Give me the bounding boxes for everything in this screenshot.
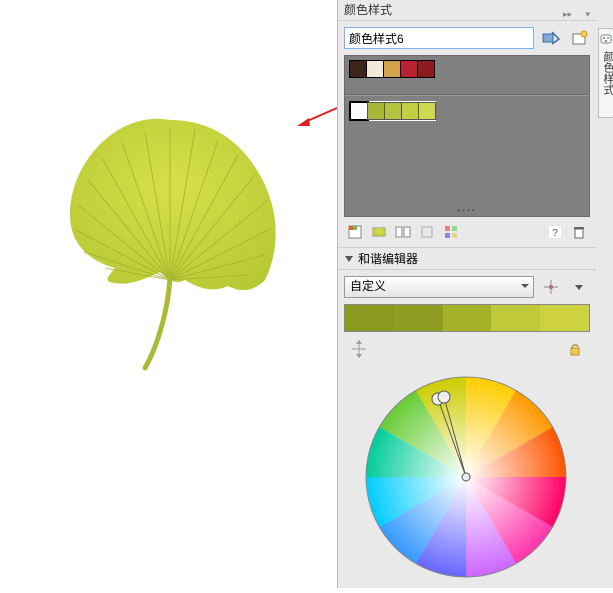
merge-button[interactable] (416, 221, 438, 243)
style-name-row (338, 21, 596, 55)
lock-button[interactable] (564, 338, 586, 360)
color-styles-panel: 颜色样式 ▸▸ ▾ •••• (337, 0, 597, 588)
new-gradient-button[interactable] (368, 221, 390, 243)
harmony-color-strip[interactable] (344, 304, 590, 332)
harmony-color[interactable] (491, 305, 540, 331)
harmony-options-button[interactable] (568, 276, 590, 298)
harmony-title: 和谐编辑器 (358, 250, 418, 267)
harmony-color[interactable] (345, 305, 394, 331)
panel-header: 颜色样式 ▸▸ ▾ (338, 0, 596, 21)
svg-text:?: ? (552, 228, 558, 239)
swatch-item[interactable] (401, 102, 419, 120)
new-style-button[interactable] (568, 27, 590, 49)
palette-icon (600, 32, 612, 46)
swatch-item[interactable] (418, 102, 436, 120)
chevron-down-icon (344, 254, 354, 264)
swatch-group-2 (349, 101, 436, 121)
harmony-type-select[interactable]: 自定义 (344, 276, 534, 298)
swatch-toolbar: ? (338, 217, 596, 247)
harmony-type-row: 自定义 (338, 270, 596, 304)
swatch-item[interactable] (417, 60, 435, 78)
new-color-style-button[interactable] (344, 221, 366, 243)
harmony-color[interactable] (540, 305, 589, 331)
panel-menu-icon[interactable]: ▾ (585, 4, 590, 24)
swatch-item-selected[interactable] (350, 102, 368, 120)
docker-tab-label: 颜色样式 (600, 51, 613, 95)
sort-button[interactable] (440, 221, 462, 243)
swatch-item[interactable] (383, 60, 401, 78)
annotation-arrow (295, 104, 339, 128)
swatch-list[interactable]: •••• (344, 55, 590, 217)
panel-title: 颜色样式 (344, 3, 392, 17)
hint-button[interactable]: ? (544, 221, 566, 243)
swatch-item[interactable] (400, 60, 418, 78)
harmony-section-header[interactable]: 和谐编辑器 (338, 247, 596, 270)
move-handle-button[interactable] (348, 338, 370, 360)
canvas-viewport[interactable] (0, 0, 337, 588)
resize-grip[interactable]: •••• (457, 206, 476, 215)
docker-tab-strip: 颜色样式 (596, 0, 613, 588)
edit-button[interactable] (392, 221, 414, 243)
color-wheel[interactable] (344, 370, 588, 584)
docker-tab[interactable]: 颜色样式 (598, 28, 613, 118)
harmony-controls-row (338, 332, 596, 366)
apply-style-button[interactable] (540, 27, 562, 49)
swatch-group-1 (349, 60, 434, 78)
swatch-item[interactable] (366, 60, 384, 78)
swatch-item[interactable] (384, 102, 402, 120)
panel-expand-icon[interactable]: ▸▸ (563, 4, 572, 24)
swatch-divider (345, 94, 589, 96)
swatch-item[interactable] (367, 102, 385, 120)
harmony-rule-button[interactable] (540, 276, 562, 298)
delete-button[interactable] (568, 221, 590, 243)
style-name-input[interactable] (344, 27, 534, 49)
ginkgo-leaf-artwork[interactable] (0, 0, 337, 400)
swatch-item[interactable] (349, 60, 367, 78)
harmony-color[interactable] (443, 305, 492, 331)
harmony-color[interactable] (394, 305, 443, 331)
color-wheel-container (338, 366, 596, 593)
